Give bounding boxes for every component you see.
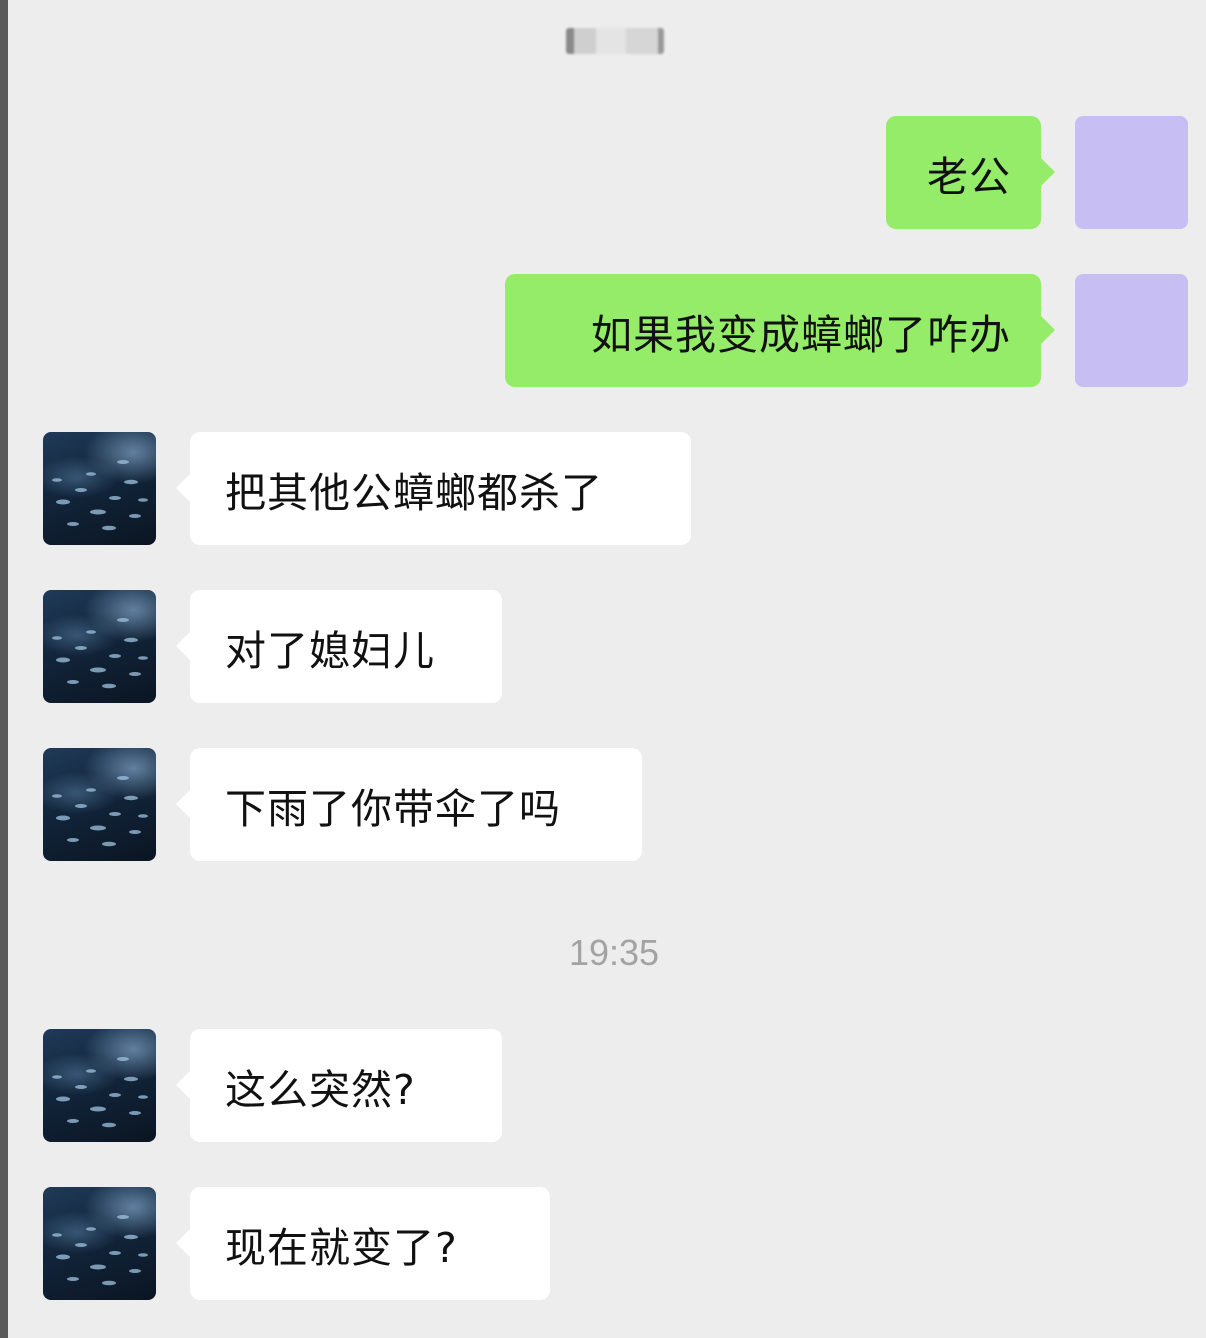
message-bubble-received[interactable]: 这么突然? [176,1029,502,1142]
fish-school-icon [52,776,148,847]
message-text: 现在就变了? [225,1223,458,1272]
chat-timestamp: 19:35 [568,932,660,973]
avatar-contact[interactable] [43,1187,156,1300]
avatar-contact[interactable] [43,590,156,703]
message-bubble-received[interactable]: 现在就变了? [176,1187,550,1300]
message-text: 把其他公蟑螂都杀了 [225,468,603,517]
avatar-contact[interactable] [43,748,156,861]
message-bubble-received[interactable]: 把其他公蟑螂都杀了 [176,432,691,545]
message-text: 如果我变成蟑螂了咋办 [591,310,1011,359]
message-text: 对了媳妇儿 [225,626,435,675]
blurred-contact-name [566,28,664,54]
message-bubble-received[interactable]: 下雨了你带伞了吗 [176,748,642,861]
avatar-contact[interactable] [43,432,156,545]
avatar-contact[interactable] [43,1029,156,1142]
message-bubble-received[interactable]: 对了媳妇儿 [176,590,502,703]
avatar-self[interactable] [1075,116,1188,229]
fish-school-icon [52,618,148,689]
screen-left-edge [0,0,8,1338]
avatar-self[interactable] [1075,274,1188,387]
message-bubble-sent[interactable]: 老公 [886,116,1055,229]
message-text: 下雨了你带伞了吗 [225,784,561,833]
fish-school-icon [52,1215,148,1286]
message-text: 老公 [927,152,1011,201]
message-text: 这么突然? [225,1065,416,1114]
fish-school-icon [52,1057,148,1128]
message-bubble-sent[interactable]: 如果我变成蟑螂了咋办 [505,274,1055,387]
fish-school-icon [52,460,148,531]
